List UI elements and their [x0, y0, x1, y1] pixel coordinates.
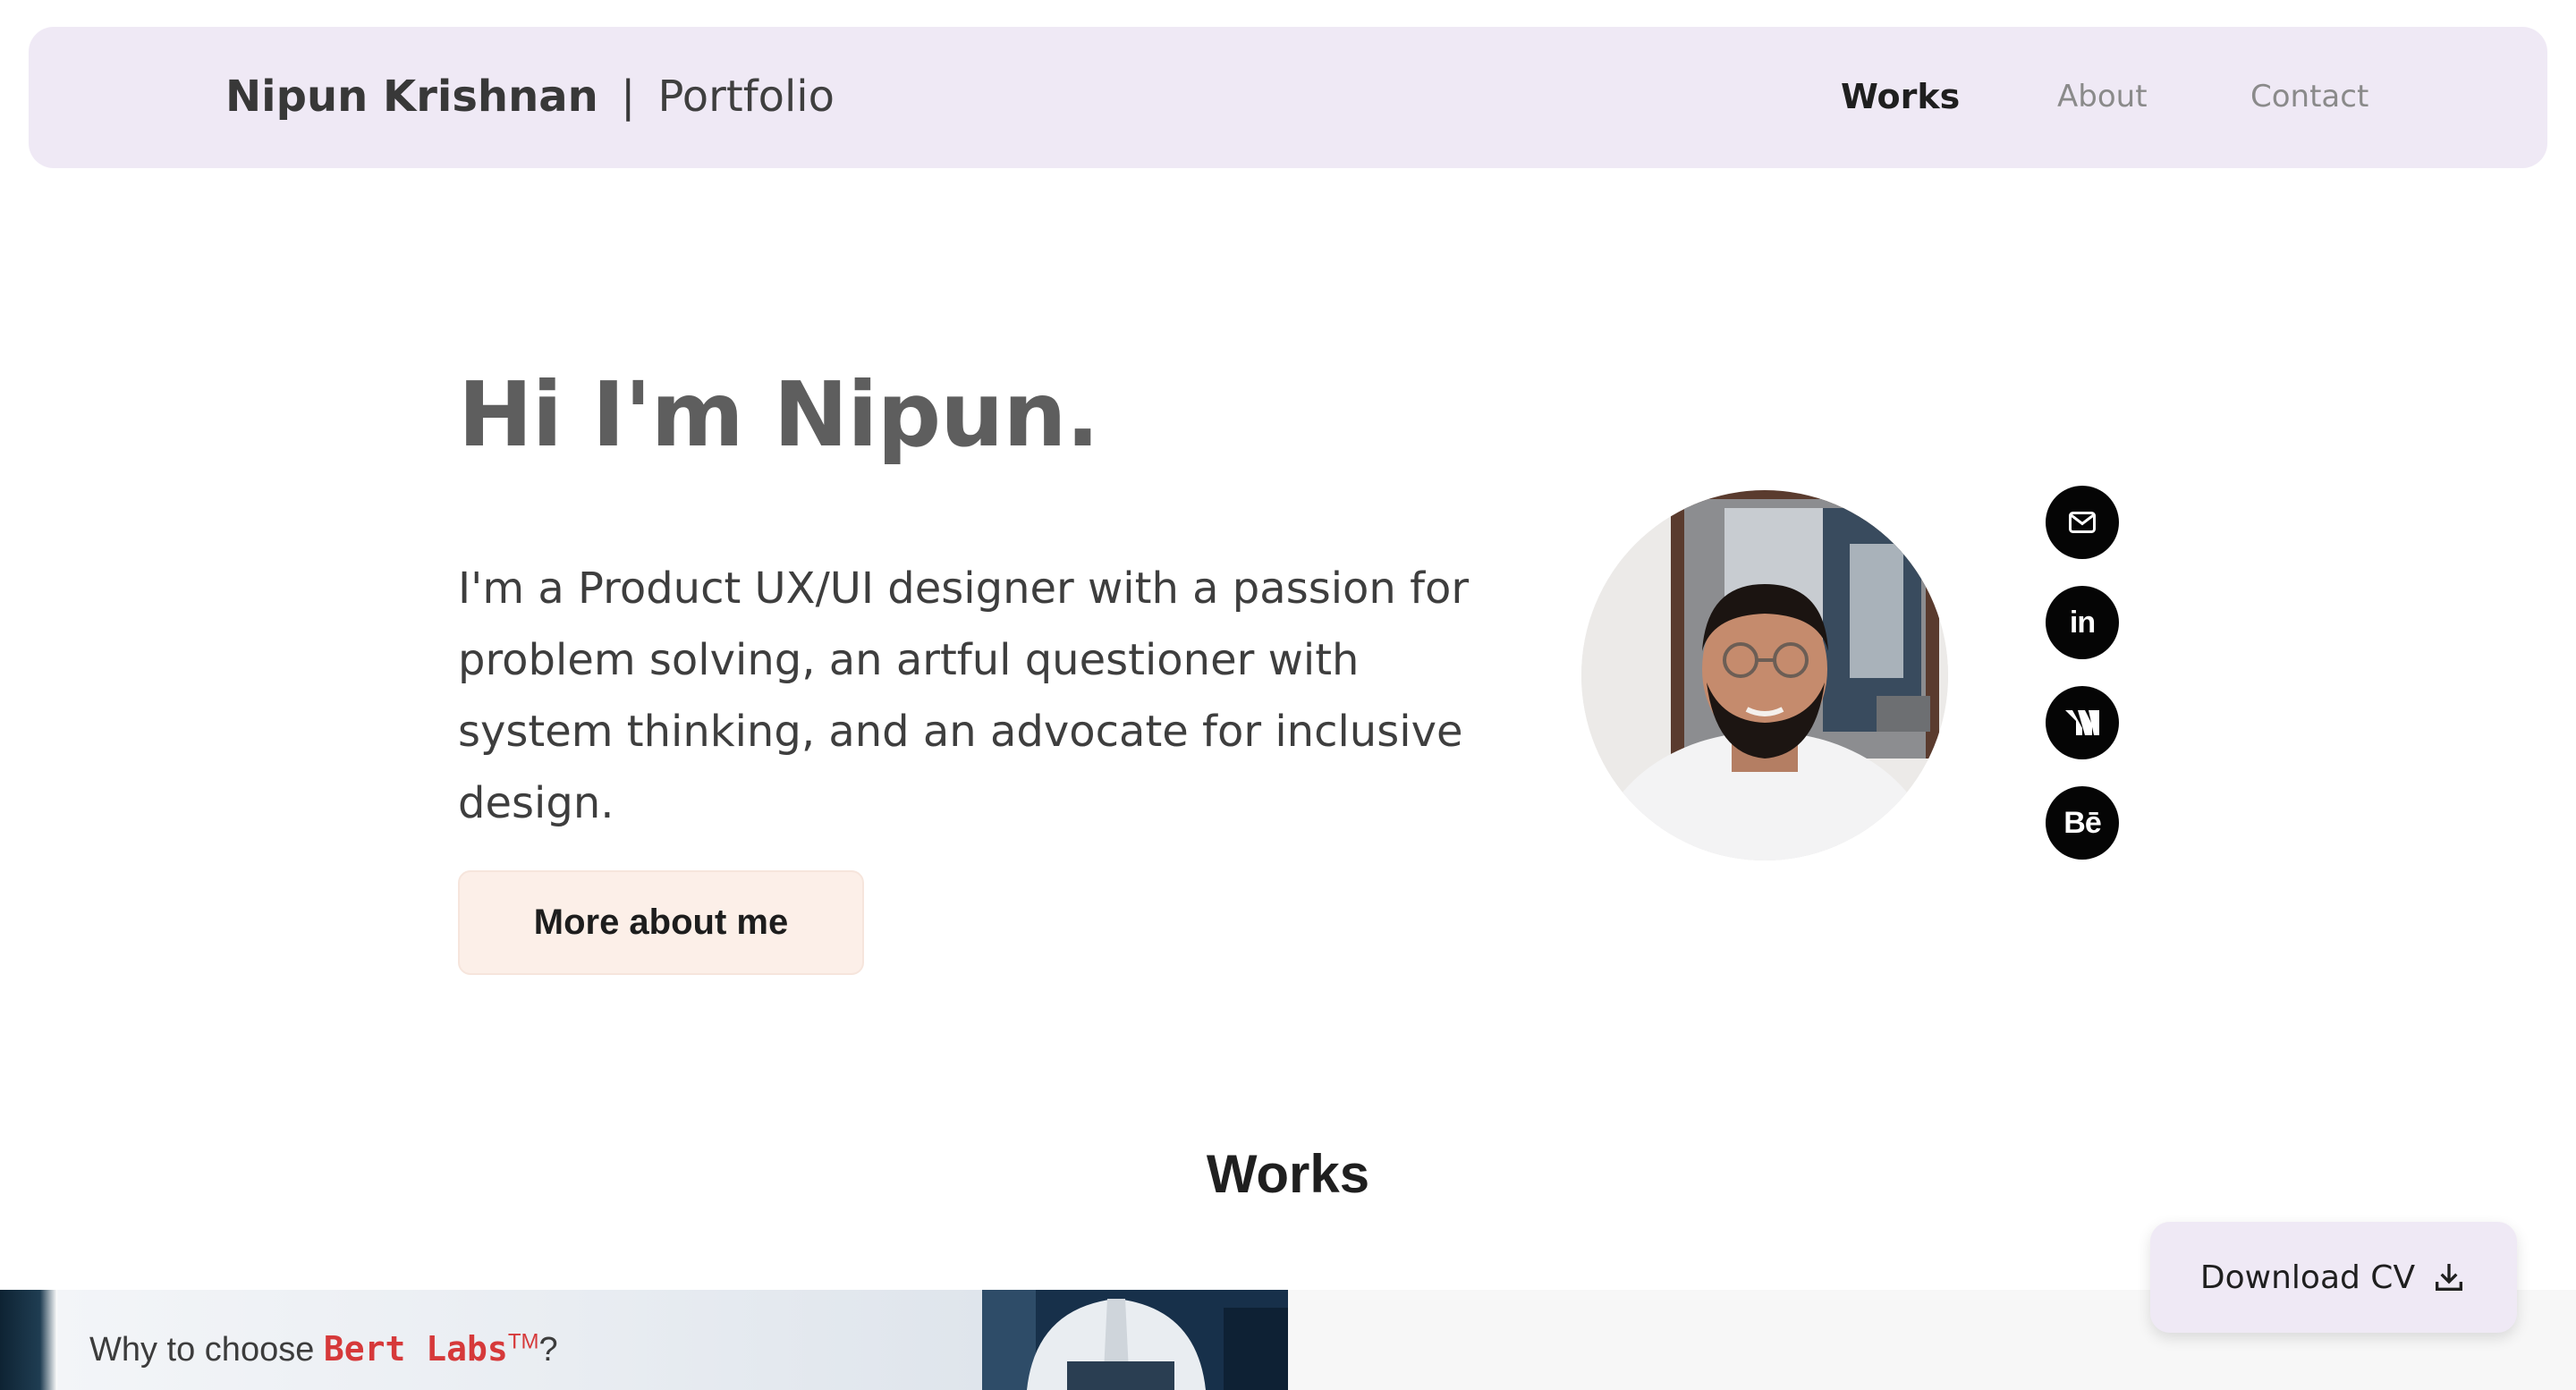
brand-separator: | — [621, 72, 636, 122]
hero-title: Hi I'm Nipun. — [458, 362, 1100, 467]
banner-photo — [982, 1290, 1288, 1390]
linkedin-social-button[interactable]: in — [2046, 586, 2119, 659]
download-icon — [2436, 1264, 2463, 1291]
medium-social-button[interactable] — [2046, 686, 2119, 759]
nav-link-works[interactable]: Works — [1841, 77, 1960, 116]
nav-link-contact[interactable]: Contact — [2250, 79, 2368, 114]
works-section-heading: Works — [1206, 1144, 1370, 1204]
brand-name: Nipun Krishnan — [225, 72, 598, 122]
portfolio-page: Nipun Krishnan | Portfolio Works About C… — [0, 0, 2576, 1390]
top-navbar: Nipun Krishnan | Portfolio Works About C… — [29, 27, 2547, 168]
behance-icon: Bē — [2063, 805, 2101, 840]
work-card-suffix: ? — [538, 1331, 558, 1369]
email-social-button[interactable] — [2046, 486, 2119, 559]
nav-link-about[interactable]: About — [2057, 79, 2148, 114]
download-cv-button[interactable]: Download CV — [2150, 1222, 2517, 1333]
banner-edge — [0, 1290, 57, 1390]
linkedin-icon: in — [2069, 605, 2096, 640]
work-card-prefix: Why to choose — [89, 1331, 324, 1369]
behance-social-button[interactable]: Bē — [2046, 786, 2119, 860]
work-card-trademark: TM — [507, 1329, 539, 1354]
more-about-me-button[interactable]: More about me — [458, 870, 864, 975]
medium-icon — [2065, 710, 2099, 735]
brand-subtitle: Portfolio — [657, 72, 835, 122]
mail-icon — [2069, 512, 2096, 533]
work-card-brand: Bert Labs — [323, 1329, 508, 1369]
hero-description: I'm a Product UX/UI designer with a pass… — [458, 564, 1470, 828]
work-card-bert-labs[interactable]: Why to choose Bert LabsTM? — [0, 1290, 1288, 1390]
download-cv-label: Download CV — [2199, 1259, 2416, 1296]
work-card-title: Why to choose Bert LabsTM? — [89, 1329, 558, 1369]
brand-logo[interactable]: Nipun Krishnan | Portfolio — [225, 72, 835, 122]
profile-avatar — [1581, 490, 1948, 860]
